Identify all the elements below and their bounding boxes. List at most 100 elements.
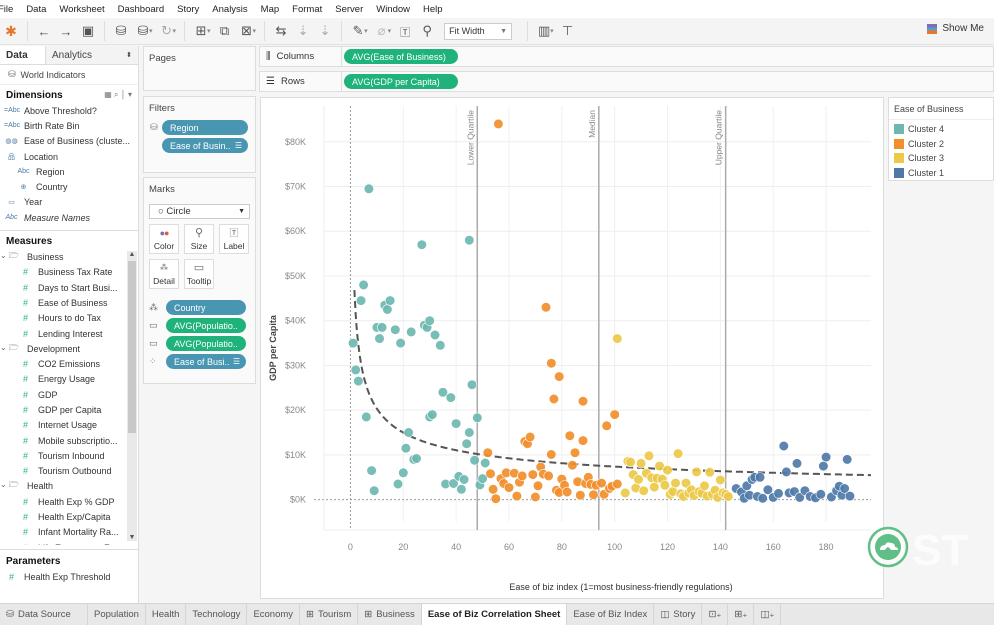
mark-pill[interactable]: AVG(Populatio.. [166, 318, 246, 333]
scatter-chart[interactable]: Lower Quartile Median Upper Quartile $0K $1… [261, 98, 885, 600]
sheet-tab[interactable]: ⊞ Business [358, 604, 422, 625]
measure-item[interactable]: # Internet Usage [0, 418, 138, 433]
fit-select[interactable]: Fit Width ▼ [444, 22, 513, 40]
size-button[interactable]: ⚲ Size [184, 224, 214, 254]
data-point[interactable] [482, 447, 493, 458]
tableau-logo-icon[interactable]: ✱ [0, 21, 22, 41]
menu-analysis[interactable]: Analysis [212, 4, 247, 15]
legend-item[interactable]: Cluster 4 [889, 122, 993, 137]
measure-item[interactable]: # Days to Start Busi... [0, 280, 138, 295]
swap-icon[interactable]: ⇆ [270, 21, 292, 41]
new-datasource-icon[interactable]: ⛁ [110, 21, 132, 41]
data-point[interactable] [464, 427, 475, 438]
data-point[interactable] [643, 450, 655, 461]
dimension-item[interactable]: =Abc Above Threshold? [0, 103, 138, 118]
data-point[interactable] [445, 392, 456, 403]
data-point[interactable] [818, 461, 829, 472]
data-point[interactable] [673, 448, 684, 459]
data-point[interactable] [353, 376, 364, 387]
data-point[interactable] [620, 487, 631, 499]
data-point[interactable] [459, 474, 470, 485]
data-point[interactable] [577, 435, 589, 446]
sheet-tab[interactable]: Ease of Biz Index [567, 604, 655, 625]
filter-pill-region[interactable]: Region [162, 120, 248, 135]
data-point[interactable] [781, 466, 792, 478]
filters-card[interactable]: Filters ⛁ Region Ease of Busin.. ☰ [143, 96, 256, 173]
data-point[interactable] [395, 338, 406, 349]
columns-shelf[interactable]: ⫼ Columns AVG(Ease of Business) [259, 46, 994, 67]
rows-shelf[interactable]: ☰ Rows AVG(GDP per Capita) [259, 71, 994, 92]
menu-worksheet[interactable]: Worksheet [59, 4, 104, 15]
data-point[interactable] [609, 409, 620, 420]
mark-pill[interactable]: AVG(Populatio.. [166, 336, 246, 351]
menu-map[interactable]: Map [261, 4, 279, 15]
data-point[interactable] [554, 371, 565, 382]
data-point[interactable] [562, 486, 573, 498]
data-point[interactable] [485, 468, 496, 479]
mark-type-select[interactable]: ○ Circle ▼ [149, 204, 250, 219]
sort-asc-icon[interactable]: ⇣ [292, 21, 314, 41]
data-point[interactable] [511, 491, 522, 502]
save-icon[interactable]: ▣ [77, 21, 99, 41]
data-point[interactable] [612, 333, 623, 344]
data-point[interactable] [369, 485, 380, 496]
legend-item[interactable]: Cluster 2 [889, 137, 993, 152]
redo-icon[interactable]: → [55, 21, 77, 41]
show-me-button[interactable]: Show Me [927, 23, 984, 34]
sheet-tab[interactable]: Technology [186, 604, 248, 625]
menu-server[interactable]: Server [335, 4, 363, 15]
data-point[interactable] [636, 458, 647, 469]
tab-data[interactable]: Data [0, 46, 46, 64]
measure-item[interactable]: # Ease of Business [0, 295, 138, 310]
dimension-item[interactable]: Abc Measure Names [0, 210, 138, 225]
duplicate-sheet-icon[interactable]: ⧉ [214, 21, 236, 41]
data-point[interactable] [530, 491, 541, 503]
color-button[interactable]: ●● Color [149, 224, 179, 254]
data-point[interactable] [490, 493, 501, 504]
data-point[interactable] [649, 482, 660, 493]
data-point[interactable] [662, 465, 673, 476]
tooltip-button[interactable]: ▭ Tooltip [184, 259, 214, 289]
data-point[interactable] [517, 470, 528, 482]
dimension-item[interactable]: =Abc Birth Rate Bin [0, 118, 138, 133]
label-button[interactable]: 🅃 Label [219, 224, 249, 254]
data-point[interactable] [773, 488, 784, 499]
presentation-icon[interactable]: ⊤ [557, 21, 579, 41]
data-point[interactable] [699, 480, 710, 491]
data-point[interactable] [385, 295, 396, 306]
measure-item[interactable]: # Health Exp % GDP [0, 494, 138, 509]
data-point[interactable] [757, 493, 768, 504]
data-point[interactable] [469, 455, 480, 466]
labels-icon[interactable]: 🅃 [394, 21, 416, 41]
data-point[interactable] [546, 449, 557, 460]
menu-window[interactable]: Window [376, 4, 410, 15]
sheet-tab[interactable]: Ease of Biz Correlation Sheet [421, 604, 568, 625]
data-point[interactable] [540, 302, 552, 313]
sheet-tab[interactable]: ⊞ Tourism [300, 604, 359, 625]
data-point[interactable] [588, 489, 599, 500]
parameter-item[interactable]: # Health Exp Threshold [0, 569, 138, 584]
data-point[interactable] [842, 454, 853, 465]
dimension-item[interactable]: ⊕ Country [0, 179, 138, 194]
data-point[interactable] [778, 440, 789, 452]
legend-item[interactable]: Cluster 1 [889, 166, 993, 181]
data-point[interactable] [376, 322, 388, 333]
undo-icon[interactable]: ← [33, 21, 55, 41]
new-worksheet-icon[interactable]: ⊡₊ [702, 604, 729, 625]
columns-pill[interactable]: AVG(Ease of Business) [344, 49, 458, 64]
data-point[interactable] [527, 469, 538, 480]
sheet-tab[interactable]: Health [146, 604, 187, 625]
data-point[interactable] [411, 453, 422, 464]
data-point[interactable] [374, 333, 385, 344]
data-point[interactable] [723, 491, 734, 502]
data-point[interactable] [451, 418, 462, 429]
data-point[interactable] [567, 460, 578, 471]
data-point[interactable] [427, 409, 438, 420]
data-point[interactable] [503, 482, 515, 493]
data-point[interactable] [638, 485, 649, 496]
data-point[interactable] [464, 235, 475, 246]
menu-story[interactable]: Story [177, 4, 199, 15]
sheet-tab[interactable]: ⛁ Data Source [0, 604, 88, 625]
data-point[interactable] [398, 467, 409, 478]
data-point[interactable] [575, 490, 586, 501]
